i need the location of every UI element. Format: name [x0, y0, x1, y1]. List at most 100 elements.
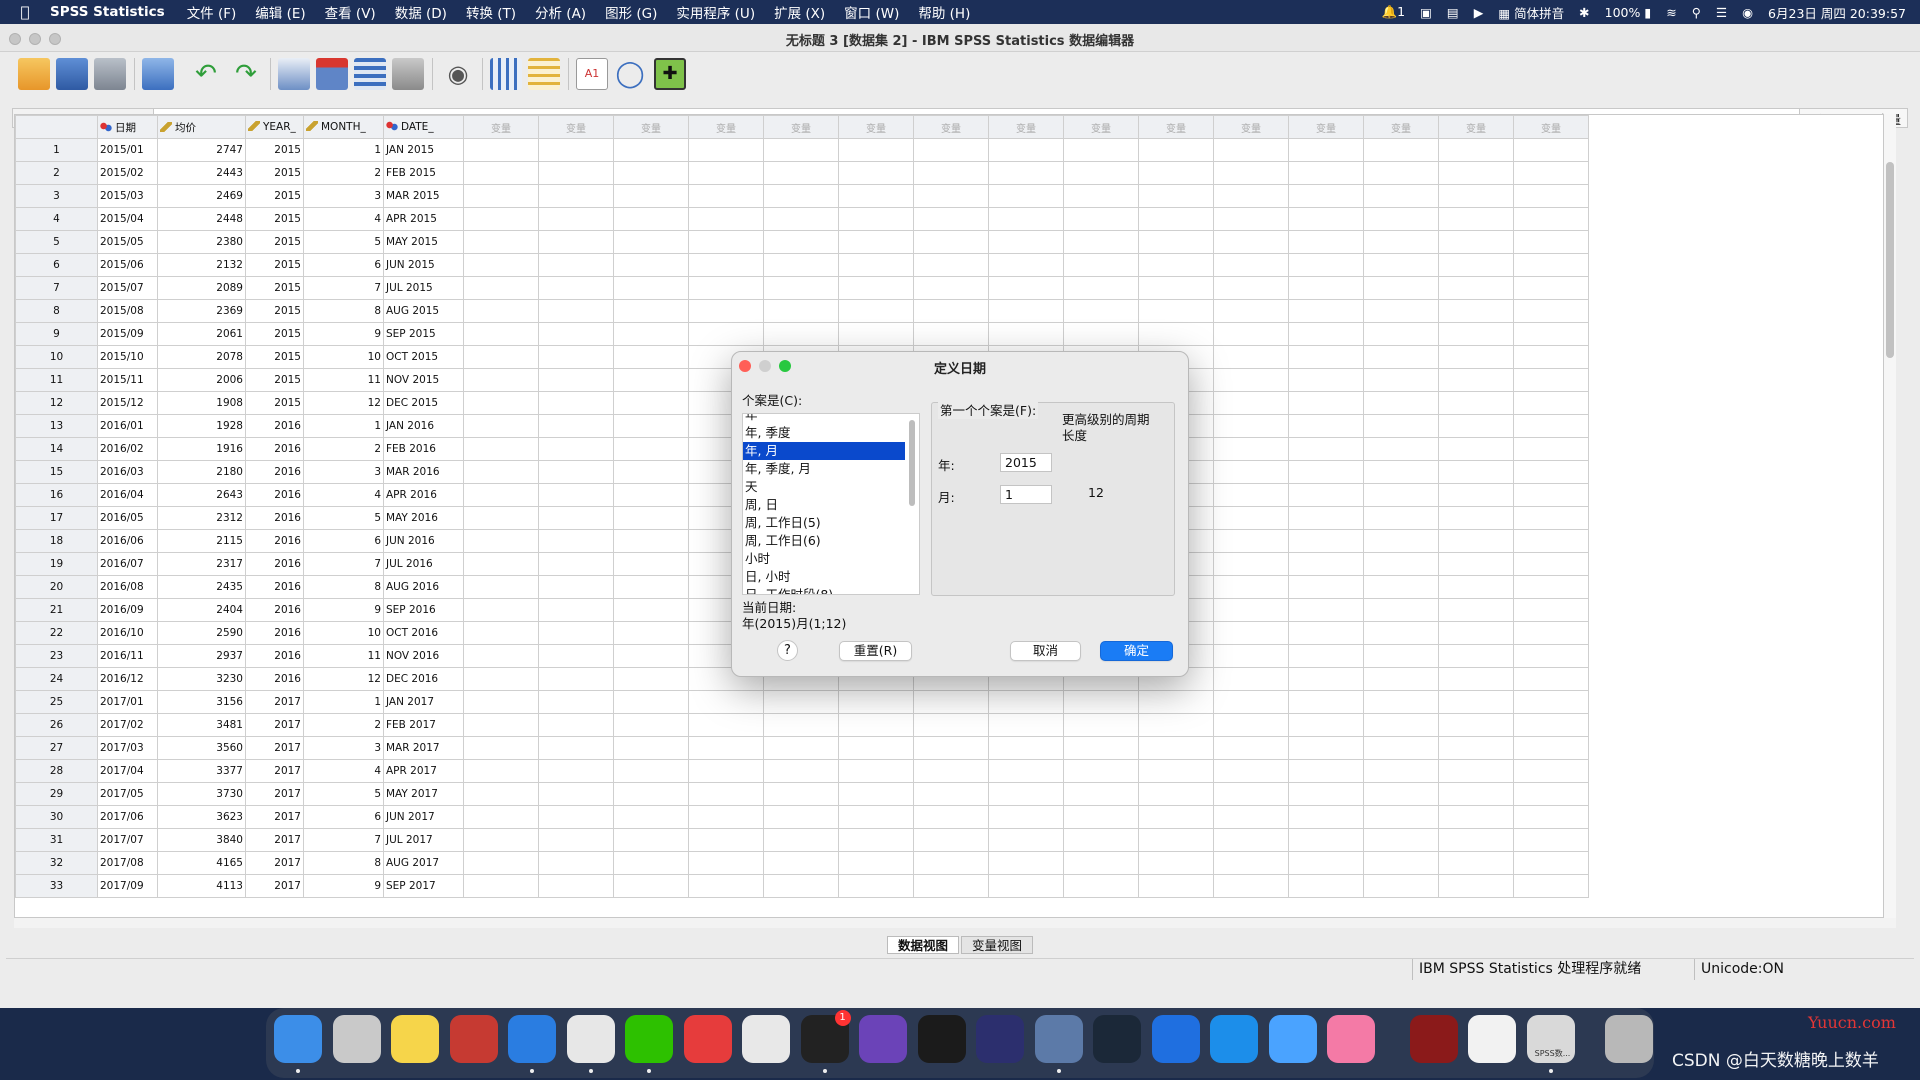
empty-cell[interactable] — [1213, 253, 1289, 277]
row-number[interactable]: 24 — [15, 667, 98, 691]
data-cell[interactable]: 2016/01 — [97, 414, 158, 438]
empty-cell[interactable] — [913, 759, 989, 783]
empty-cell[interactable] — [1213, 575, 1289, 599]
safari-icon[interactable] — [508, 1015, 556, 1063]
case-option[interactable]: 周, 日 — [743, 496, 905, 514]
menu-edit[interactable]: 编辑 (E) — [255, 2, 305, 22]
reset-button[interactable]: 重置(R) — [839, 641, 912, 661]
empty-cell[interactable] — [613, 506, 689, 530]
empty-cell[interactable] — [1363, 805, 1439, 829]
empty-cell[interactable] — [913, 874, 989, 898]
empty-cell[interactable] — [613, 690, 689, 714]
row-number[interactable]: 10 — [15, 345, 98, 369]
empty-cell[interactable] — [763, 874, 839, 898]
empty-cell[interactable] — [838, 713, 914, 737]
data-cell[interactable]: 2312 — [157, 506, 246, 530]
data-cell[interactable]: 6 — [303, 805, 384, 829]
empty-cell[interactable] — [763, 276, 839, 300]
column-header-2[interactable]: YEAR_ — [245, 115, 304, 139]
empty-cell[interactable] — [1213, 391, 1289, 415]
wps-icon[interactable]: ▣ — [1420, 5, 1432, 20]
empty-cell[interactable] — [613, 184, 689, 208]
data-cell[interactable]: 11 — [303, 644, 384, 668]
data-cell[interactable]: 2016/12 — [97, 667, 158, 691]
empty-cell[interactable] — [1213, 621, 1289, 645]
empty-cell[interactable] — [538, 552, 614, 576]
empty-cell[interactable] — [1513, 805, 1589, 829]
wps-icon[interactable] — [742, 1015, 790, 1063]
empty-cell[interactable] — [613, 437, 689, 461]
empty-cell[interactable] — [1363, 552, 1439, 576]
empty-cell[interactable] — [1513, 161, 1589, 185]
empty-cell[interactable] — [1288, 529, 1364, 553]
empty-cell[interactable] — [1063, 713, 1139, 737]
empty-cell[interactable] — [1213, 644, 1289, 668]
data-cell[interactable]: 2017 — [245, 690, 304, 714]
data-cell[interactable]: 2015 — [245, 184, 304, 208]
data-cell[interactable]: 2017/02 — [97, 713, 158, 737]
empty-cell[interactable] — [463, 161, 539, 185]
cases-listbox[interactable]: 年年, 季度 年, 月年, 季度, 月天周, 日周, 工作日(5) 周, 工作日(6… — [742, 413, 920, 595]
play-icon[interactable]: ▶ — [1474, 5, 1484, 20]
empty-cell[interactable] — [1438, 575, 1514, 599]
empty-cell[interactable] — [538, 874, 614, 898]
row-number[interactable]: 4 — [15, 207, 98, 231]
empty-cell[interactable] — [1063, 138, 1139, 162]
empty-cell[interactable] — [688, 161, 764, 185]
data-cell[interactable]: 2132 — [157, 253, 246, 277]
menu-view[interactable]: 查看 (V) — [325, 2, 376, 22]
empty-cell[interactable] — [1438, 782, 1514, 806]
empty-cell[interactable] — [1213, 138, 1289, 162]
empty-cell[interactable] — [463, 391, 539, 415]
empty-cell[interactable] — [1513, 414, 1589, 438]
horizontal-scrollbar[interactable] — [14, 918, 1896, 928]
data-cell[interactable]: JUL 2015 — [383, 276, 464, 300]
empty-cell[interactable] — [1438, 598, 1514, 622]
empty-cell[interactable] — [538, 759, 614, 783]
data-cell[interactable]: APR 2017 — [383, 759, 464, 783]
empty-cell[interactable] — [1363, 690, 1439, 714]
data-cell[interactable]: 8 — [303, 575, 384, 599]
empty-cell[interactable] — [1063, 230, 1139, 254]
empty-cell[interactable] — [1438, 276, 1514, 300]
empty-cell[interactable] — [613, 276, 689, 300]
data-cell[interactable]: 2015/03 — [97, 184, 158, 208]
empty-cell[interactable] — [688, 184, 764, 208]
row-number[interactable]: 3 — [15, 184, 98, 208]
recall-dialog-icon[interactable] — [142, 58, 174, 90]
data-cell[interactable]: 3840 — [157, 828, 246, 852]
empty-cell[interactable] — [1063, 161, 1139, 185]
empty-cell[interactable] — [1438, 345, 1514, 369]
empty-cell[interactable] — [1438, 828, 1514, 852]
empty-cell[interactable] — [1438, 207, 1514, 231]
empty-cell[interactable] — [1513, 529, 1589, 553]
data-cell[interactable]: AUG 2015 — [383, 299, 464, 323]
data-cell[interactable]: JUL 2017 — [383, 828, 464, 852]
empty-cell[interactable] — [1288, 414, 1364, 438]
data-cell[interactable]: 2448 — [157, 207, 246, 231]
empty-cell[interactable] — [763, 736, 839, 760]
empty-cell[interactable] — [1288, 644, 1364, 668]
empty-variable-header[interactable]: 变量 — [763, 115, 839, 139]
data-cell[interactable]: 2017 — [245, 851, 304, 875]
data-cell[interactable]: OCT 2015 — [383, 345, 464, 369]
empty-cell[interactable] — [613, 529, 689, 553]
menu-utilities[interactable]: 实用程序 (U) — [676, 2, 755, 22]
empty-cell[interactable] — [538, 276, 614, 300]
empty-cell[interactable] — [1288, 506, 1364, 530]
empty-cell[interactable] — [1438, 230, 1514, 254]
redo-icon[interactable]: ↷ — [230, 58, 262, 90]
empty-cell[interactable] — [613, 759, 689, 783]
empty-cell[interactable] — [1288, 805, 1364, 829]
data-cell[interactable]: 5 — [303, 230, 384, 254]
empty-cell[interactable] — [1363, 138, 1439, 162]
empty-cell[interactable] — [463, 667, 539, 691]
data-cell[interactable]: 3560 — [157, 736, 246, 760]
row-number[interactable]: 21 — [15, 598, 98, 622]
empty-cell[interactable] — [763, 184, 839, 208]
row-number[interactable]: 33 — [15, 874, 98, 898]
empty-cell[interactable] — [1363, 759, 1439, 783]
data-cell[interactable]: 2015 — [245, 322, 304, 346]
menu-file[interactable]: 文件 (F) — [187, 2, 237, 22]
empty-cell[interactable] — [1438, 805, 1514, 829]
